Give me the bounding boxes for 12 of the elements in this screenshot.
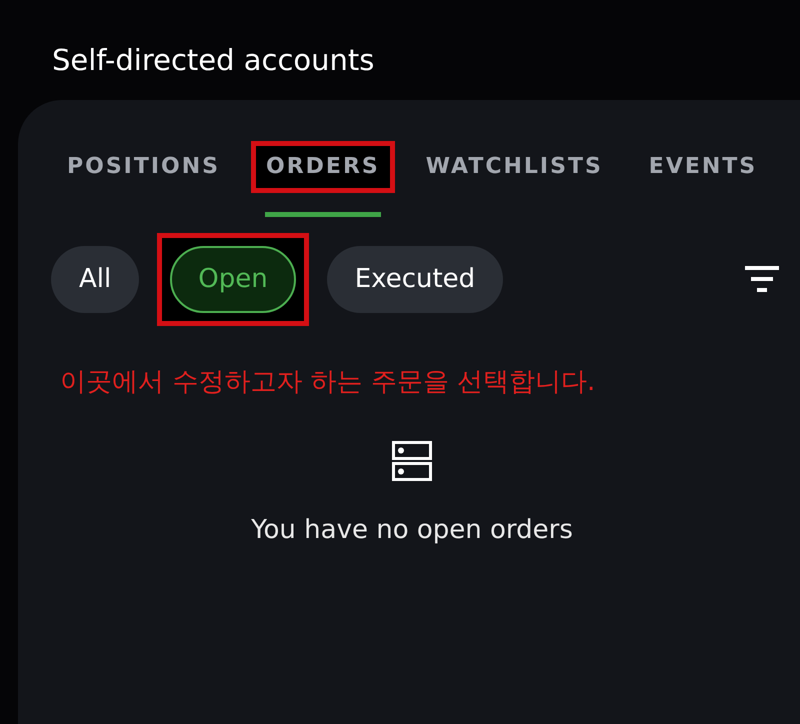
- empty-message: You have no open orders: [251, 515, 573, 545]
- tab[interactable]: WATCHLISTS: [410, 141, 618, 193]
- tab[interactable]: POSITIONS: [52, 141, 236, 193]
- filter-chip[interactable]: All: [51, 246, 140, 312]
- filter-chip[interactable]: Open: [170, 246, 296, 312]
- tab[interactable]: EVENTS: [634, 141, 772, 193]
- annotation-text: 이곳에서 수정하고자 하는 주문을 선택합니다.: [60, 366, 596, 399]
- server-icon: [392, 441, 432, 481]
- tab[interactable]: ORDERS: [251, 141, 395, 193]
- filter-icon[interactable]: [745, 266, 779, 292]
- page-title: Self-directed accounts: [52, 42, 376, 79]
- filter-chip[interactable]: Executed: [326, 246, 504, 312]
